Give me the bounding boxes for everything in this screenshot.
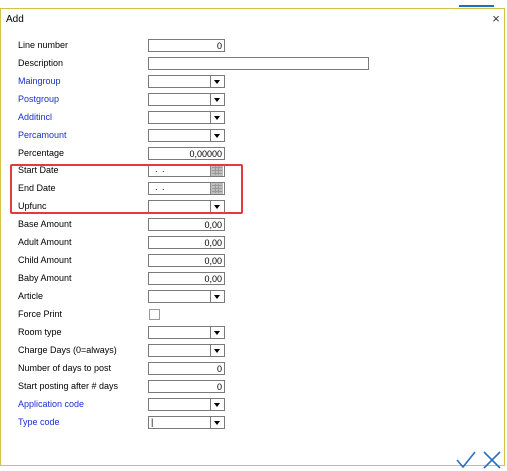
close-icon[interactable]: ×	[489, 12, 503, 26]
baby-amount-label: Baby Amount	[18, 273, 72, 283]
row-number-of-days-to-post: Number of days to post 0	[18, 362, 378, 376]
child-amount-input[interactable]: 0,00	[148, 254, 225, 267]
base-amount-input[interactable]: 0,00	[148, 218, 225, 231]
charge-days-0-always-dropdown[interactable]	[148, 344, 225, 357]
chevron-down-icon[interactable]	[210, 112, 224, 123]
percamount-dropdown[interactable]	[148, 129, 225, 142]
force-print-checkbox[interactable]	[149, 309, 160, 320]
postgroup-label[interactable]: Postgroup	[18, 94, 59, 104]
additincl-dropdown[interactable]	[148, 111, 225, 124]
type-code-label[interactable]: Type code	[18, 417, 60, 427]
base-amount-label: Base Amount	[18, 219, 72, 229]
chevron-down-icon[interactable]	[210, 94, 224, 105]
force-print-label: Force Print	[18, 309, 63, 319]
additincl-label[interactable]: Additincl	[18, 112, 52, 122]
application-code-label[interactable]: Application code	[18, 399, 84, 409]
application-code-dropdown[interactable]	[148, 398, 225, 411]
row-type-code: Type code |	[18, 416, 378, 430]
type-code-dropdown-value: |	[151, 417, 154, 427]
row-baby-amount: Baby Amount 0,00	[18, 272, 378, 286]
number-of-days-to-post-input[interactable]: 0	[148, 362, 225, 375]
adult-amount-input[interactable]: 0,00	[148, 236, 225, 249]
chevron-down-icon[interactable]	[210, 345, 224, 356]
description-label: Description	[18, 58, 64, 68]
add-dialog: Add × Line number 0 Description Maingroup Po…	[0, 8, 505, 469]
row-article: Article	[18, 290, 378, 304]
number-of-days-to-post-label: Number of days to post	[18, 363, 112, 373]
row-charge-days-0-always: Charge Days (0=always)	[18, 344, 378, 358]
row-child-amount: Child Amount 0,00	[18, 254, 378, 268]
article-label: Article	[18, 291, 44, 301]
type-code-dropdown[interactable]: |	[148, 416, 225, 429]
row-base-amount: Base Amount 0,00	[18, 218, 378, 232]
date-fields-highlight	[10, 164, 243, 214]
chevron-down-icon[interactable]	[210, 291, 224, 302]
room-type-dropdown[interactable]	[148, 326, 225, 339]
start-posting-after-days-label: Start posting after # days	[18, 381, 119, 391]
row-postgroup: Postgroup	[18, 93, 378, 107]
chevron-down-icon[interactable]	[210, 417, 224, 428]
baby-amount-input[interactable]: 0,00	[148, 272, 225, 285]
maingroup-label[interactable]: Maingroup	[18, 76, 61, 86]
charge-days-0-always-label: Charge Days (0=always)	[18, 345, 117, 355]
percentage-label: Percentage	[18, 148, 65, 158]
row-adult-amount: Adult Amount 0,00	[18, 236, 378, 250]
chevron-down-icon[interactable]	[210, 327, 224, 338]
row-maingroup: Maingroup	[18, 75, 378, 89]
row-force-print: Force Print	[18, 308, 378, 322]
chevron-down-icon[interactable]	[210, 130, 224, 141]
top-strip	[0, 0, 507, 8]
row-line-number: Line number 0	[18, 39, 378, 53]
room-type-label: Room type	[18, 327, 62, 337]
article-dropdown[interactable]	[148, 290, 225, 303]
start-posting-after-days-input[interactable]: 0	[148, 380, 225, 393]
chevron-down-icon[interactable]	[210, 76, 224, 87]
maingroup-dropdown[interactable]	[148, 75, 225, 88]
row-description: Description	[18, 57, 378, 71]
line-number-label: Line number	[18, 40, 69, 50]
adult-amount-label: Adult Amount	[18, 237, 72, 247]
row-application-code: Application code	[18, 398, 378, 412]
top-accent-line	[459, 5, 494, 7]
row-percentage: Percentage 0,00000	[18, 147, 378, 161]
child-amount-label: Child Amount	[18, 255, 72, 265]
row-additincl: Additincl	[18, 111, 378, 125]
percamount-label[interactable]: Percamount	[18, 130, 67, 140]
chevron-down-icon[interactable]	[210, 399, 224, 410]
percentage-input[interactable]: 0,00000	[148, 147, 225, 160]
row-start-posting-after-days: Start posting after # days 0	[18, 380, 378, 394]
description-input[interactable]	[148, 57, 369, 70]
postgroup-dropdown[interactable]	[148, 93, 225, 106]
dialog-title: Add	[6, 14, 24, 25]
row-room-type: Room type	[18, 326, 378, 340]
line-number-input[interactable]: 0	[148, 39, 225, 52]
row-percamount: Percamount	[18, 129, 378, 143]
